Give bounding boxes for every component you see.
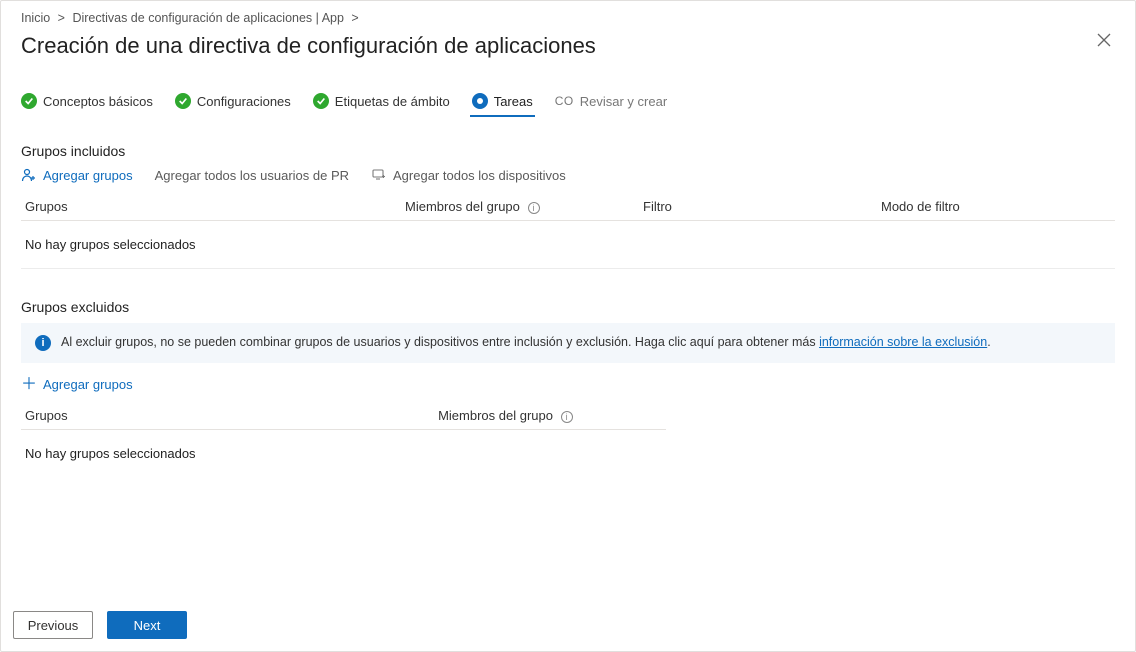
included-groups-actions: Agregar grupos Agregar todos los usuario… [21,167,1115,183]
info-icon: i [35,335,51,351]
step-label: Configuraciones [197,94,291,109]
section-separator [21,268,1115,269]
close-button[interactable] [1093,29,1115,55]
add-groups-button[interactable]: Agregar grupos [21,167,133,183]
col-header-members-text: Miembros del grupo [438,408,553,423]
exclusion-learn-more-link[interactable]: información sobre la exclusión [819,335,987,349]
add-all-devices-label: Agregar todos los dispositivos [393,168,566,183]
current-step-icon [472,93,488,109]
breadcrumb: Inicio > Directivas de configuración de … [21,11,1115,25]
step-label: Conceptos básicos [43,94,153,109]
page-title: Creación de una directiva de configuraci… [21,33,596,59]
wizard-stepper: Conceptos básicos Configuraciones Etique… [21,93,1115,113]
step-prefix: CO [555,94,574,108]
step-tareas[interactable]: Tareas [472,93,533,109]
step-label: Etiquetas de ámbito [335,94,450,109]
included-groups-table: Grupos Miembros del grupo i Filtro Modo … [21,193,1115,268]
col-header-groups[interactable]: Grupos [21,402,434,430]
empty-state-text: No hay grupos seleccionados [21,221,1115,269]
breadcrumb-item[interactable]: Directivas de configuración de aplicacio… [72,11,343,25]
info-icon[interactable]: i [561,411,573,423]
step-label: Tareas [494,94,533,109]
check-circle-icon [313,93,329,109]
banner-text: Al excluir grupos, no se pueden combinar… [61,335,991,349]
next-button[interactable]: Next [107,611,187,639]
empty-state-text: No hay grupos seleccionados [21,430,666,478]
col-header-members-text: Miembros del grupo [405,199,520,214]
col-header-groups[interactable]: Grupos [21,193,401,221]
col-header-filter-mode[interactable]: Modo de filtro [877,193,1115,221]
check-circle-icon [175,93,191,109]
info-icon[interactable]: i [528,202,540,214]
breadcrumb-item[interactable]: Inicio [21,11,50,25]
banner-text-suffix: . [987,335,990,349]
add-user-icon [21,167,37,183]
add-groups-label: Agregar grupos [43,377,133,392]
col-header-filter[interactable]: Filtro [639,193,877,221]
step-etiquetas-de-ambito[interactable]: Etiquetas de ámbito [313,93,450,109]
add-all-users-button[interactable]: Agregar todos los usuarios de PR [155,168,349,183]
col-header-members[interactable]: Miembros del grupo i [401,193,639,221]
add-groups-button[interactable]: ＋ Agregar grupos [21,377,133,392]
device-icon [371,167,387,183]
exclusion-info-banner: i Al excluir grupos, no se pueden combin… [21,323,1115,363]
excluded-groups-title: Grupos excluidos [21,299,1115,315]
close-icon [1097,33,1111,47]
col-header-members[interactable]: Miembros del grupo i [434,402,666,430]
check-circle-icon [21,93,37,109]
step-label: Revisar y crear [580,94,667,109]
previous-button[interactable]: Previous [13,611,93,639]
table-row: No hay grupos seleccionados [21,221,1115,269]
add-groups-label: Agregar grupos [43,168,133,183]
excluded-groups-actions: ＋ Agregar grupos [21,377,1115,392]
included-groups-title: Grupos incluidos [21,143,1115,159]
breadcrumb-sep: > [351,11,358,25]
step-revisar-y-crear[interactable]: CO Revisar y crear [555,94,667,109]
breadcrumb-sep: > [58,11,65,25]
step-configuraciones[interactable]: Configuraciones [175,93,291,109]
table-row: No hay grupos seleccionados [21,430,666,478]
wizard-footer: Previous Next [13,611,187,639]
add-all-devices-button[interactable]: Agregar todos los dispositivos [371,167,566,183]
banner-text-main: Al excluir grupos, no se pueden combinar… [61,335,819,349]
excluded-groups-table: Grupos Miembros del grupo i No hay grupo… [21,402,666,477]
plus-icon: ＋ [21,378,37,392]
step-conceptos-basicos[interactable]: Conceptos básicos [21,93,153,109]
